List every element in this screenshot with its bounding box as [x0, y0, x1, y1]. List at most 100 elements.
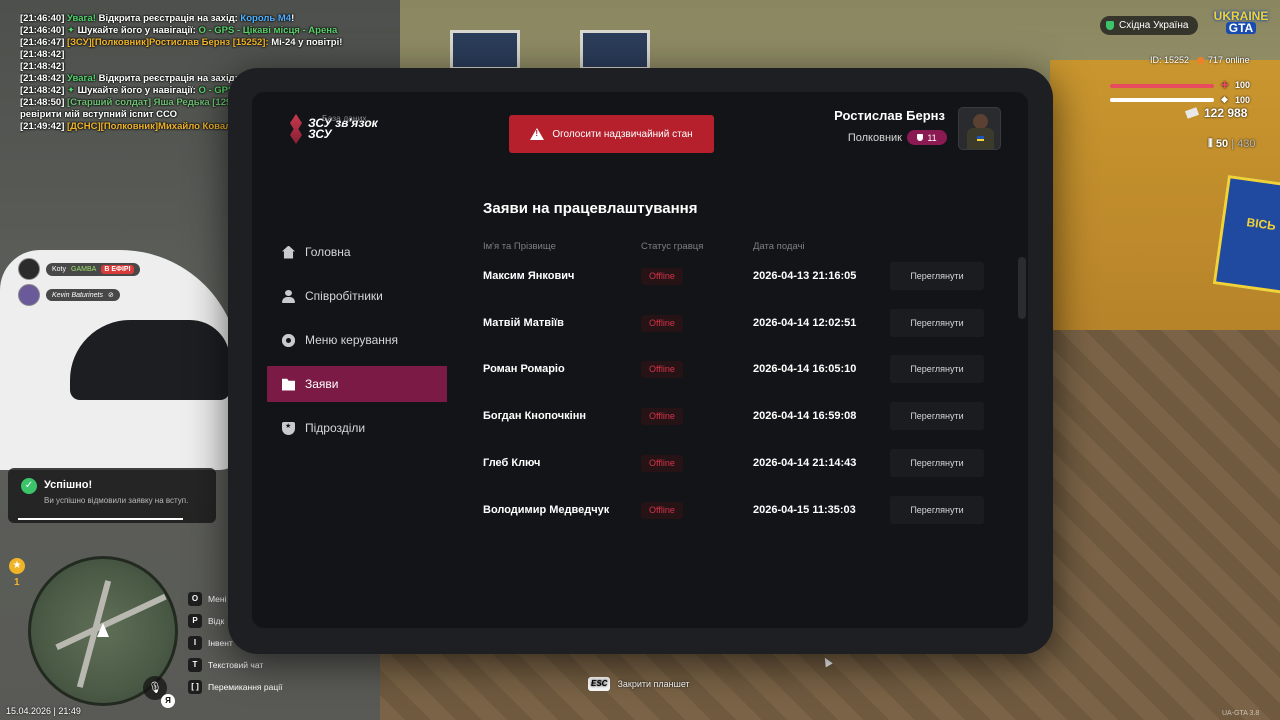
voice-name: Koty	[52, 265, 67, 273]
view-application-button[interactable]: Переглянути	[890, 448, 984, 477]
chat-line: [21:46:47] [ЗСУ][Полковник]Ростислав Бер…	[20, 37, 420, 49]
status-badge: Offline	[641, 454, 683, 472]
application-date: 2026-04-14 21:14:43	[753, 456, 857, 469]
ammo-clip: 50	[1215, 138, 1229, 150]
view-application-button[interactable]: Переглянути	[890, 402, 984, 431]
sidebar-item-applications[interactable]: Заяви	[267, 366, 447, 402]
declare-emergency-button[interactable]: Оголосити надзвичайний стан	[509, 115, 714, 153]
chat-text: Увага!	[67, 73, 96, 84]
armor-bar	[1110, 98, 1214, 102]
player-id: ID: 15252	[1150, 55, 1190, 65]
chat-text: ✦	[67, 25, 75, 36]
keybind-label: Відк	[208, 616, 225, 626]
chat-text: [21:48:42]	[20, 73, 67, 84]
table-scrollbar[interactable]	[1018, 257, 1026, 319]
keybind-key: I	[188, 636, 202, 650]
keybind-label: Мені	[208, 594, 227, 604]
application-date: 2026-04-15 11:35:03	[753, 503, 856, 516]
chat-line: [21:46:40] Увага! Відкрита реєстрація на…	[20, 13, 420, 25]
sidebar-item-control-menu[interactable]: Меню керування	[267, 322, 447, 358]
keybind-label: Текстовий чат	[208, 660, 264, 670]
ammo-icon: ⦀	[1208, 138, 1213, 150]
chat-text: [21:48:42]	[20, 61, 65, 72]
region-badge: Східна Україна	[1100, 16, 1199, 35]
keybind-key: [ ]	[188, 680, 202, 694]
avatar	[18, 284, 40, 306]
voice-name: Kevin Baturinets	[52, 291, 103, 299]
money-value: 122 988	[1204, 106, 1248, 120]
sidebar-nav: Головна Співробітники Меню керування Зая…	[267, 234, 447, 454]
applicant-name: Глеб Ключ	[483, 456, 541, 469]
success-toast: ✓ Успішно! Ви успішно відмовили заявку н…	[8, 468, 216, 523]
keybind-key: P	[188, 614, 202, 628]
table-row: Роман Ромаріо Offline 2026-04-14 16:05:10 П…	[483, 355, 993, 385]
rank-level: 11	[927, 132, 937, 143]
star-icon: ★	[9, 558, 25, 574]
sidebar-item-employees[interactable]: Співробітники	[267, 278, 447, 314]
region-label: Східна Україна	[1119, 20, 1189, 31]
ammo-separator: |	[1231, 138, 1235, 150]
voice-speaker: Koty GAMBA В ЕФІРІ	[18, 258, 140, 280]
applicant-name: Володимир Медведчук	[483, 503, 610, 516]
view-application-button[interactable]: Переглянути	[890, 308, 984, 337]
player-id-line: ID: 15252 717 online	[1150, 55, 1250, 65]
sidebar-item-divisions[interactable]: Підрозділи	[267, 410, 447, 446]
scene-car-window	[70, 320, 230, 400]
sidebar-item-label: Співробітники	[305, 289, 383, 303]
close-tablet-hint[interactable]: ESC Закрити планшет	[588, 677, 690, 691]
warning-icon	[530, 128, 545, 140]
home-icon	[282, 245, 295, 259]
health-value: 100	[1235, 80, 1251, 90]
applicant-name: Матвій Матвіїв	[483, 316, 564, 329]
health-bar	[1110, 84, 1214, 88]
chat-text: [21:49:42]	[20, 121, 67, 132]
toast-title: Успішно!	[44, 479, 93, 491]
chat-text: [21:48:50]	[20, 97, 67, 108]
table-row: Богдан Кнопочкінн Offline 2026-04-14 16:59…	[483, 402, 993, 432]
live-badge: В ЕФІРІ	[101, 264, 134, 274]
check-icon: ✓	[21, 478, 37, 494]
star-count: 1	[14, 577, 20, 588]
page-title: Заяви на працевлаштування	[483, 200, 698, 217]
users-icon	[282, 289, 295, 303]
keybind-label: Інвент	[208, 638, 233, 648]
status-badge: Offline	[641, 501, 683, 519]
status-badge: Offline	[641, 408, 683, 426]
chat-text: ✦	[67, 85, 75, 96]
voice-speaker: Kevin Baturinets ⊘	[18, 284, 120, 306]
status-badge: Offline	[641, 268, 683, 285]
sidebar-item-label: Меню керування	[305, 333, 399, 347]
game-version: UA-GTA 3.8	[1222, 710, 1260, 717]
toast-progress	[18, 518, 183, 520]
chat-text: [21:48:42]	[20, 85, 67, 96]
column-header-date: Дата подачі	[753, 241, 805, 252]
chat-text: [21:46:40]	[20, 13, 67, 24]
sidebar-item-home[interactable]: Головна	[267, 234, 447, 270]
tablet-brand: ЗСУ зв'язок ЗСУ База даних	[290, 113, 378, 144]
view-application-button[interactable]: Переглянути	[890, 355, 984, 384]
trident-icon	[290, 114, 302, 144]
ammo-total: 430	[1237, 138, 1256, 150]
brand-subtitle: База даних	[322, 113, 367, 123]
view-application-button[interactable]: Переглянути	[890, 262, 984, 290]
chat-text: Увага!	[67, 13, 96, 24]
sidebar-item-label: Підрозділи	[305, 421, 366, 435]
application-date: 2026-04-14 12:02:51	[753, 316, 857, 329]
chat-text: Король М4	[240, 13, 292, 24]
rank-shield-icon	[917, 134, 924, 141]
online-count: 717 online	[1208, 55, 1250, 65]
language-indicator: Я	[161, 694, 175, 708]
column-header-status: Статус гравця	[641, 241, 704, 252]
chat-text: [ЗСУ][Полковник]Ростислав Бернз [15252]:	[67, 37, 269, 48]
avatar-head	[973, 114, 988, 129]
avatar-patch	[977, 136, 984, 141]
voice-tag: GAMBA	[71, 265, 97, 273]
voice-pill: Kevin Baturinets ⊘	[46, 289, 120, 301]
esc-label: Закрити планшет	[617, 679, 690, 689]
table-row: Глеб Ключ Offline 2026-04-14 21:14:43 Перег…	[483, 448, 993, 479]
applicant-name: Максим Янкович	[483, 270, 575, 282]
voice-pill: Koty GAMBA В ЕФІРІ	[46, 262, 140, 276]
logo-text-bottom: GTA	[1225, 22, 1257, 34]
applicant-name: Богдан Кнопочкінн	[483, 410, 586, 423]
view-application-button[interactable]: Переглянути	[890, 495, 984, 524]
